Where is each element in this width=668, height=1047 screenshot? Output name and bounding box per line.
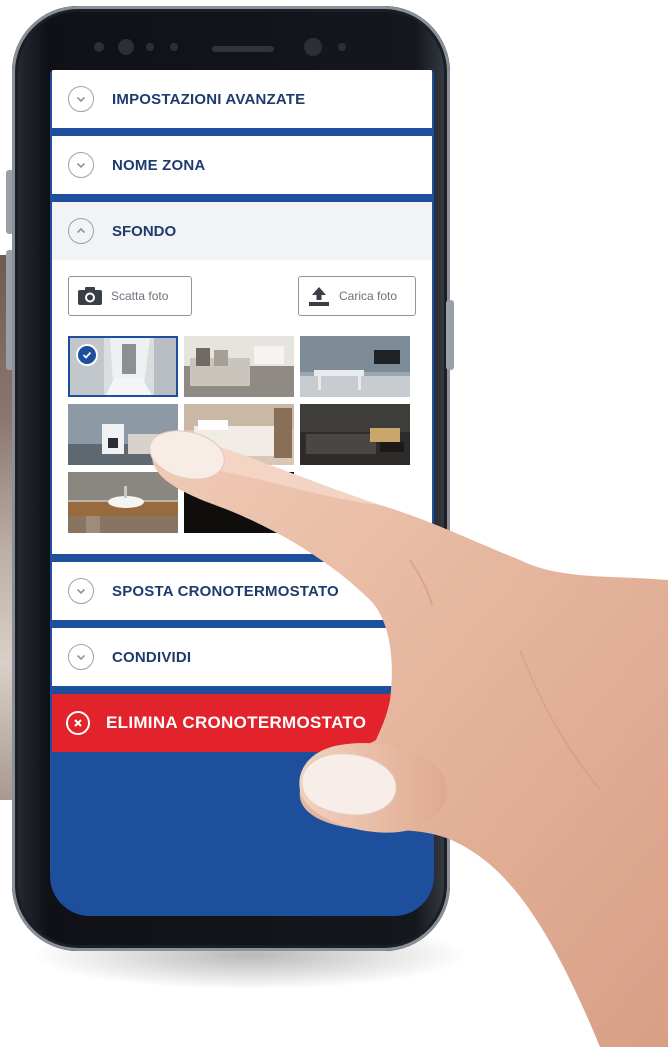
background-section: SFONDO Scatta foto Carica foto [52,202,432,554]
menu-item-label: IMPOSTAZIONI AVANZATE [112,90,306,108]
menu-item-label: NOME ZONA [112,156,206,174]
thumbnail-dark-room[interactable] [184,472,294,533]
upload-icon [309,287,329,306]
front-camera-icon [118,39,134,55]
delete-thermostat-label: ELIMINA CRONOTERMOSTATO [106,713,367,732]
chevron-down-icon [68,86,94,112]
thumbnail-dark-living-room[interactable] [300,404,410,465]
chevron-up-icon [68,218,94,244]
menu-item-move-thermostat[interactable]: SPOSTA CRONOTERMOSTATO [52,562,432,620]
thumbnail-bedroom[interactable] [184,404,294,465]
menu-item-label: CONDIVIDI [112,648,192,666]
thumbnail-living-room[interactable] [184,336,294,397]
iris-scanner-icon [304,38,322,56]
take-photo-button[interactable]: Scatta foto [68,276,192,316]
menu-item-share[interactable]: CONDIVIDI [52,628,432,686]
take-photo-label: Scatta foto [111,289,169,303]
product-photo: IMPOSTAZIONI AVANZATE NOME ZONA SFONDO S… [0,0,668,1047]
chevron-down-icon [68,578,94,604]
thumbnail-bathroom[interactable] [68,472,178,533]
power-button [446,300,454,370]
menu-item-advanced-settings[interactable]: IMPOSTAZIONI AVANZATE [52,70,432,128]
menu-item-background[interactable]: SFONDO [52,202,432,260]
smartphone: IMPOSTAZIONI AVANZATE NOME ZONA SFONDO S… [12,6,450,951]
upload-photo-button[interactable]: Carica foto [298,276,416,316]
delete-thermostat-button[interactable]: ELIMINA CRONOTERMOSTATO [52,694,432,752]
sensor-dot [170,43,178,51]
menu-item-zone-name[interactable]: NOME ZONA [52,136,432,194]
sensor-dot [94,42,104,52]
upload-photo-label: Carica foto [339,289,398,303]
thumbnail-bedroom-thermostat[interactable] [68,404,178,465]
thumbnail-hallway[interactable] [68,336,178,397]
menu-item-label: SPOSTA CRONOTERMOSTATO [112,582,339,600]
earpiece-speaker [212,46,274,52]
menu-item-label: SFONDO [112,222,177,240]
chevron-down-icon [68,152,94,178]
chevron-down-icon [68,644,94,670]
close-circle-icon [66,711,90,735]
thumbnail-dining-room[interactable] [300,336,410,397]
sensor-dot [146,43,154,51]
phone-screen: IMPOSTAZIONI AVANZATE NOME ZONA SFONDO S… [50,70,434,916]
sensor-dot [338,43,346,51]
selected-check-icon [76,344,98,366]
camera-icon [78,287,102,305]
